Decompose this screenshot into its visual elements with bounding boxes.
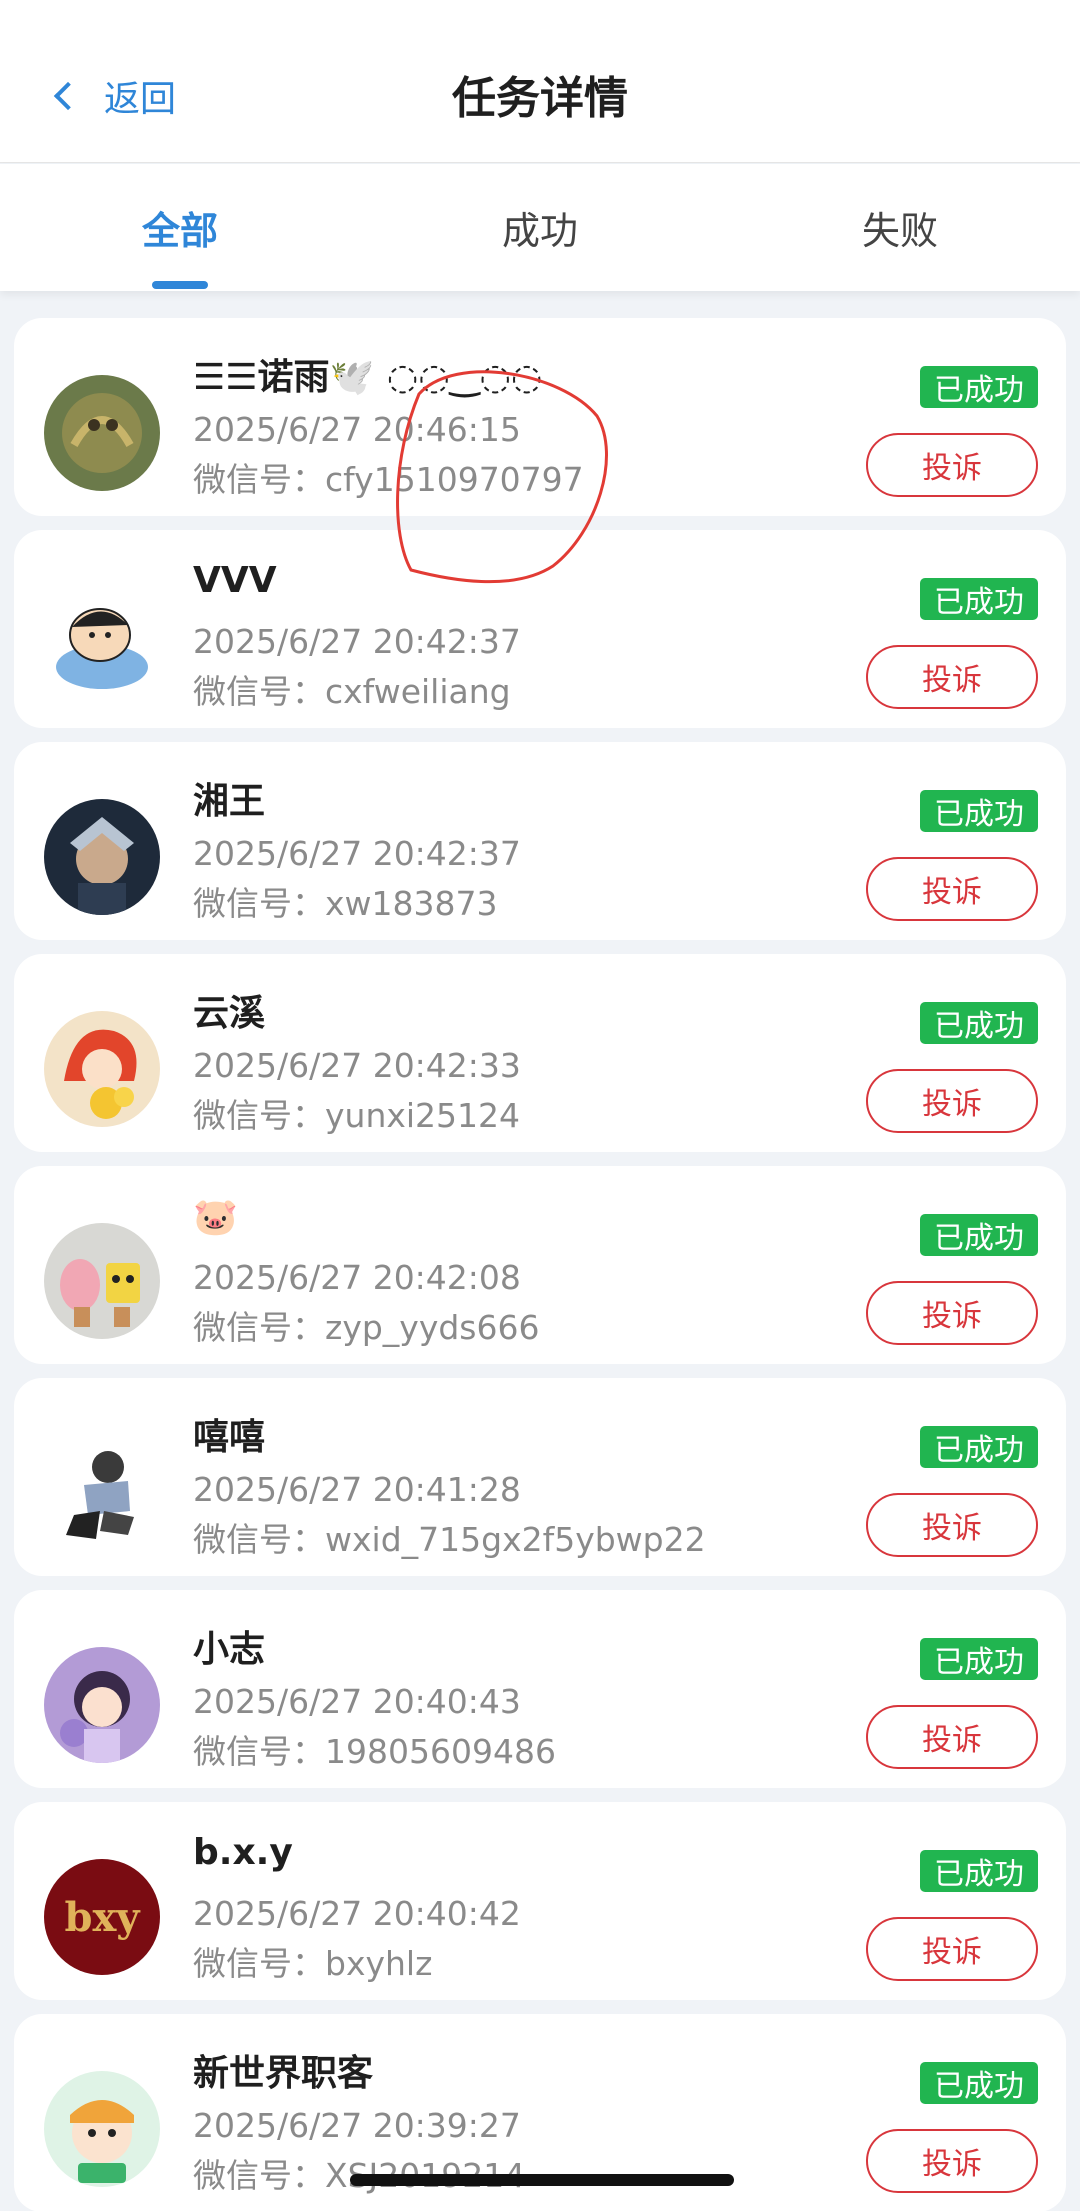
header-bar: 返回 任务详情: [0, 0, 1080, 163]
wechat-label: 微信号：: [193, 672, 325, 711]
wechat-value: xw183873: [325, 884, 498, 923]
status-badge: 已成功: [920, 1850, 1038, 1892]
wechat-label: 微信号：: [193, 1944, 325, 1983]
record-time: 2025/6/27 20:41:28: [193, 1470, 521, 1509]
user-name: 湘王: [193, 781, 266, 822]
avatar: [44, 2071, 160, 2187]
tab-success[interactable]: 成功: [360, 164, 720, 291]
avatar: [44, 375, 160, 491]
wechat-value: yunxi25124: [325, 1096, 521, 1135]
list-item: 云溪 2025/6/27 20:42:33 微信号：yunxi25124 已成功…: [14, 954, 1066, 1152]
complain-button[interactable]: 投诉: [866, 2129, 1038, 2193]
wechat-id: 微信号：cxfweiliang: [193, 665, 511, 713]
user-name: 小志: [193, 1629, 266, 1670]
status-badge: 已成功: [920, 2062, 1038, 2104]
status-badge: 已成功: [920, 1638, 1038, 1680]
tab-failed[interactable]: 失败: [720, 164, 1080, 291]
list-item: 嘻嘻 2025/6/27 20:41:28 微信号：wxid_715gx2f5y…: [14, 1378, 1066, 1576]
tab-bar: 全部 成功 失败: [0, 164, 1080, 291]
complain-button[interactable]: 投诉: [866, 645, 1038, 709]
wechat-id: 微信号：cfy1510970797: [193, 453, 584, 501]
wechat-id: 微信号：19805609486: [193, 1725, 556, 1773]
status-badge: 已成功: [920, 790, 1038, 832]
avatar: [44, 587, 160, 703]
active-tab-indicator: [152, 281, 208, 289]
user-name: 🐷: [193, 1197, 238, 1238]
record-time: 2025/6/27 20:39:27: [193, 2106, 521, 2145]
avatar: bxy: [44, 1859, 160, 1975]
wechat-id: 微信号：yunxi25124: [193, 1089, 520, 1137]
wechat-value: wxid_715gx2f5ybwp22: [325, 1520, 706, 1559]
record-time: 2025/6/27 20:46:15: [193, 410, 521, 449]
tab-all[interactable]: 全部: [0, 164, 360, 291]
user-name: b.x.y: [193, 1832, 293, 1873]
list-item: 小志 2025/6/27 20:40:43 微信号：19805609486 已成…: [14, 1590, 1066, 1788]
complain-button[interactable]: 投诉: [866, 1705, 1038, 1769]
wechat-label: 微信号：: [193, 2156, 325, 2195]
complain-button[interactable]: 投诉: [866, 857, 1038, 921]
user-name: 新世界职客: [193, 2053, 374, 2094]
record-time: 2025/6/27 20:40:43: [193, 1682, 521, 1721]
wechat-id: 微信号：wxid_715gx2f5ybwp22: [193, 1513, 706, 1561]
record-time: 2025/6/27 20:42:08: [193, 1258, 521, 1297]
status-badge: 已成功: [920, 366, 1038, 408]
user-name: ☰☰诺雨🕊️ ◌◌‿◌◌: [193, 357, 543, 398]
complain-button[interactable]: 投诉: [866, 1917, 1038, 1981]
wechat-value: 19805609486: [325, 1732, 556, 1771]
complain-button[interactable]: 投诉: [866, 1281, 1038, 1345]
avatar: [44, 1223, 160, 1339]
page-title: 任务详情: [452, 73, 628, 124]
record-time: 2025/6/27 20:42:37: [193, 622, 521, 661]
status-badge: 已成功: [920, 1426, 1038, 1468]
wechat-id: 微信号：xw183873: [193, 877, 498, 925]
wechat-label: 微信号：: [193, 1732, 325, 1771]
wechat-label: 微信号：: [193, 460, 325, 499]
user-name: 嘻嘻: [193, 1417, 266, 1458]
status-badge: 已成功: [920, 1002, 1038, 1044]
status-badge: 已成功: [920, 578, 1038, 620]
wechat-id: 微信号：zyp_yyds666: [193, 1301, 539, 1349]
avatar-text: bxy: [64, 1893, 140, 1941]
list-item: 湘王 2025/6/27 20:42:37 微信号：xw183873 已成功 投…: [14, 742, 1066, 940]
complain-button[interactable]: 投诉: [866, 433, 1038, 497]
list-item: bxy b.x.y 2025/6/27 20:40:42 微信号：bxyhlz …: [14, 1802, 1066, 2000]
wechat-label: 微信号：: [193, 1520, 325, 1559]
avatar: [44, 1647, 160, 1763]
status-badge: 已成功: [920, 1214, 1038, 1256]
wechat-value: zyp_yyds666: [325, 1308, 540, 1347]
list-item: ☰☰诺雨🕊️ ◌◌‿◌◌ 2025/6/27 20:46:15 微信号：cfy1…: [14, 318, 1066, 516]
wechat-value: bxyhlz: [325, 1944, 433, 1983]
record-time: 2025/6/27 20:40:42: [193, 1894, 521, 1933]
avatar: [44, 799, 160, 915]
wechat-label: 微信号：: [193, 1308, 325, 1347]
wechat-id: 微信号：XSJ2019214: [193, 2149, 525, 2197]
wechat-id: 微信号：bxyhlz: [193, 1937, 432, 1985]
avatar: [44, 1435, 160, 1551]
wechat-label: 微信号：: [193, 1096, 325, 1135]
complain-button[interactable]: 投诉: [866, 1493, 1038, 1557]
home-indicator: [350, 2174, 734, 2186]
list-item: 🐷 2025/6/27 20:42:08 微信号：zyp_yyds666 已成功…: [14, 1166, 1066, 1364]
wechat-value: cfy1510970797: [325, 460, 584, 499]
user-name: 云溪: [193, 993, 266, 1034]
user-name: VVV: [193, 560, 277, 601]
record-time: 2025/6/27 20:42:37: [193, 834, 521, 873]
wechat-value: cxfweiliang: [325, 672, 511, 711]
avatar: [44, 1011, 160, 1127]
list-item: VVV 2025/6/27 20:42:37 微信号：cxfweiliang 已…: [14, 530, 1066, 728]
wechat-label: 微信号：: [193, 884, 325, 923]
record-time: 2025/6/27 20:42:33: [193, 1046, 521, 1085]
complain-button[interactable]: 投诉: [866, 1069, 1038, 1133]
